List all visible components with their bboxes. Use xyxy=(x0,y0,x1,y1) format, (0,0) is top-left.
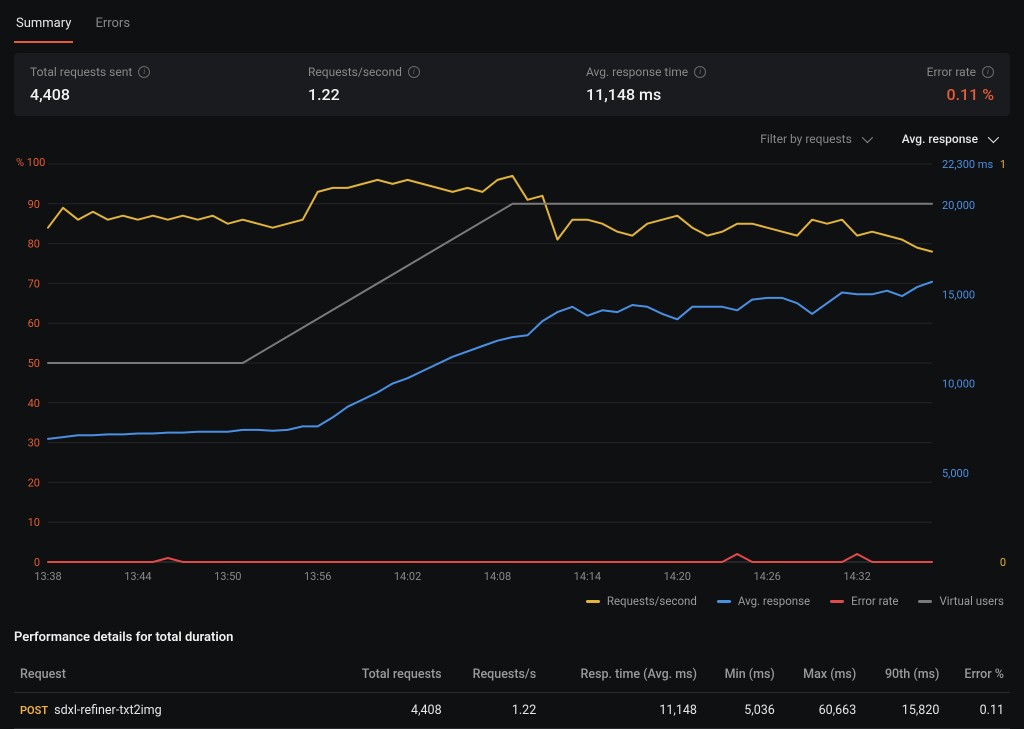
info-icon[interactable]: i xyxy=(408,66,420,78)
chevron-down-icon xyxy=(988,132,999,143)
svg-text:14:20: 14:20 xyxy=(664,570,691,583)
info-icon[interactable]: i xyxy=(138,66,150,78)
table-header-row: Request Total requests Requests/s Resp. … xyxy=(14,657,1010,693)
stat-label: Error rate xyxy=(927,65,976,79)
stat-value: 1.22 xyxy=(308,85,586,104)
svg-text:14:26: 14:26 xyxy=(753,570,780,583)
metric-dropdown[interactable]: Avg. response xyxy=(892,128,1006,150)
main-chart[interactable]: 01020304050607080905,00010,00015,00020,0… xyxy=(14,156,1010,588)
svg-text:1: 1 xyxy=(1000,158,1006,171)
legend-error-rate: Error rate xyxy=(830,594,898,608)
svg-text:0: 0 xyxy=(1000,556,1006,569)
svg-text:70: 70 xyxy=(28,277,40,290)
chart-legend: Requests/second Avg. response Error rate… xyxy=(0,588,1024,608)
svg-text:30: 30 xyxy=(28,437,40,450)
col-rps[interactable]: Requests/s xyxy=(448,657,543,693)
chart-container: % 100 01020304050607080905,00010,00015,0… xyxy=(14,156,1010,588)
cell-p90: 15,820 xyxy=(862,693,945,729)
filter-dropdown[interactable]: Filter by requests xyxy=(750,128,880,150)
svg-text:14:02: 14:02 xyxy=(394,570,421,583)
svg-text:14:14: 14:14 xyxy=(574,570,601,583)
svg-text:50: 50 xyxy=(28,357,40,370)
perf-section-title: Performance details for total duration xyxy=(0,608,1024,657)
svg-text:20,000: 20,000 xyxy=(942,199,975,212)
cell-rps: 1.22 xyxy=(448,693,543,729)
svg-text:20: 20 xyxy=(28,476,40,489)
stat-avg-response: Avg. response time i 11,148 ms xyxy=(586,65,864,104)
svg-text:13:56: 13:56 xyxy=(304,570,331,583)
col-p90[interactable]: 90th (ms) xyxy=(862,657,945,693)
legend-avg-response: Avg. response xyxy=(717,594,810,608)
dropdown-label: Avg. response xyxy=(902,132,978,146)
tabs-bar: Summary Errors xyxy=(0,0,1024,43)
legend-virtual-users: Virtual users xyxy=(918,594,1004,608)
stat-rps: Requests/second i 1.22 xyxy=(308,65,586,104)
svg-text:5,000: 5,000 xyxy=(942,467,969,480)
col-max[interactable]: Max (ms) xyxy=(781,657,862,693)
svg-text:80: 80 xyxy=(28,238,40,251)
svg-text:13:44: 13:44 xyxy=(124,570,151,583)
swatch-icon xyxy=(830,600,844,603)
cell-max: 60,663 xyxy=(781,693,862,729)
cell-resp: 11,148 xyxy=(542,693,703,729)
stat-value: 0.11 % xyxy=(864,85,994,104)
svg-text:22,300 ms: 22,300 ms xyxy=(942,158,993,171)
swatch-icon xyxy=(586,600,600,603)
stat-value: 11,148 ms xyxy=(586,85,864,104)
stat-label: Total requests sent xyxy=(30,65,132,79)
col-total[interactable]: Total requests xyxy=(333,657,448,693)
svg-text:10,000: 10,000 xyxy=(942,378,975,391)
svg-text:40: 40 xyxy=(28,397,40,410)
swatch-icon xyxy=(918,600,932,603)
svg-text:13:38: 13:38 xyxy=(34,570,61,583)
col-request[interactable]: Request xyxy=(14,657,333,693)
tab-summary[interactable]: Summary xyxy=(14,10,73,43)
svg-text:13:50: 13:50 xyxy=(214,570,241,583)
svg-text:14:08: 14:08 xyxy=(484,570,511,583)
stat-error-rate: Error rate i 0.11 % xyxy=(864,65,994,104)
left-axis-label: % 100 xyxy=(16,156,45,169)
col-resp[interactable]: Resp. time (Avg. ms) xyxy=(542,657,703,693)
method-badge: POST xyxy=(20,704,48,717)
cell-request: POSTsdxl-refiner-txt2img xyxy=(14,693,333,729)
table-row[interactable]: POSTsdxl-refiner-txt2img 4,408 1.22 11,1… xyxy=(14,693,1010,729)
dropdown-label: Filter by requests xyxy=(760,132,852,146)
col-err[interactable]: Error % xyxy=(945,657,1010,693)
col-min[interactable]: Min (ms) xyxy=(703,657,781,693)
legend-rps: Requests/second xyxy=(586,594,697,608)
info-icon[interactable]: i xyxy=(982,66,994,78)
svg-text:0: 0 xyxy=(34,556,40,569)
cell-err: 0.11 xyxy=(945,693,1010,729)
cell-min: 5,036 xyxy=(703,693,781,729)
svg-text:60: 60 xyxy=(28,317,40,330)
svg-text:15,000: 15,000 xyxy=(942,288,975,301)
perf-table: Request Total requests Requests/s Resp. … xyxy=(14,657,1010,729)
svg-text:90: 90 xyxy=(28,198,40,211)
stat-total-requests: Total requests sent i 4,408 xyxy=(30,65,308,104)
stat-value: 4,408 xyxy=(30,85,308,104)
chart-controls: Filter by requests Avg. response xyxy=(0,126,1024,156)
cell-total: 4,408 xyxy=(333,693,448,729)
stat-label: Avg. response time xyxy=(586,65,688,79)
stats-bar: Total requests sent i 4,408 Requests/seco… xyxy=(14,53,1010,116)
svg-text:10: 10 xyxy=(28,516,40,529)
tab-errors[interactable]: Errors xyxy=(93,10,132,43)
info-icon[interactable]: i xyxy=(694,66,706,78)
svg-text:14:32: 14:32 xyxy=(843,570,870,583)
stat-label: Requests/second xyxy=(308,65,402,79)
chevron-down-icon xyxy=(862,132,873,143)
swatch-icon xyxy=(717,600,731,603)
